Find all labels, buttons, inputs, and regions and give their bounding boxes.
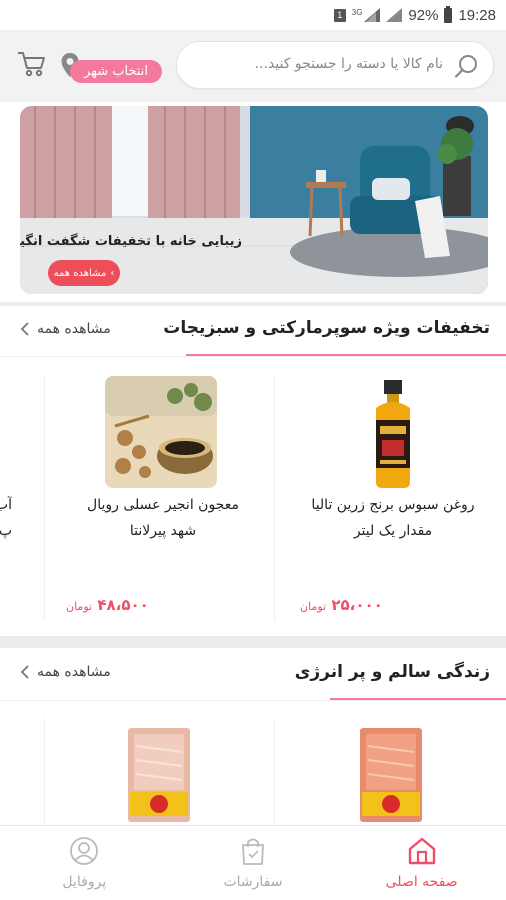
search-bar[interactable]: نام کالا یا دسته را جستجو کنید... [176, 41, 494, 89]
product-name: معجون انجیر عسلی رویال [87, 497, 239, 513]
signal-icon-2 [386, 8, 403, 22]
healthy-life-section: زندگی سالم و پر انرژی مشاهده همه [0, 648, 506, 828]
product-image[interactable] [358, 726, 424, 824]
product-name-line2: مقدار یک لیتر [353, 523, 433, 539]
battery-percent: 92% [408, 6, 439, 24]
arrow-left-icon: ‹ [110, 267, 115, 279]
product-name-line2: پ [0, 523, 12, 539]
nav-home-label: صفحه اصلی [385, 874, 458, 890]
see-all-label: مشاهده همه [37, 321, 111, 337]
product-name-line2: شهد پیرلانتا [129, 523, 197, 539]
network-type: 3G [351, 8, 363, 17]
product-card[interactable]: معجون انجیر عسلی رویال شهد پیرلانتا ۴۸،۵… [50, 366, 276, 616]
nav-orders-label: سفارشات [223, 874, 283, 890]
product-name: روغن سبوس برنج زرین تالیا [311, 497, 475, 513]
banner-see-all-button[interactable]: مشاهده همه ‹ [48, 260, 120, 286]
battery-icon [444, 5, 453, 23]
product-carousel[interactable]: روغن سبوس برنج زرین تالیا مقدار یک لیتر … [0, 366, 506, 626]
banner-title: زیبایی خانه با تخفیفات شگفت انگیز [20, 234, 242, 249]
section-divider [0, 356, 506, 357]
price-value: ۴۸،۵۰۰ [97, 596, 149, 614]
section-title: زندگی سالم و پر انرژی [294, 662, 490, 682]
price-currency: تومان [66, 600, 93, 613]
section-divider [0, 700, 506, 701]
see-all-link[interactable]: مشاهده همه [20, 321, 111, 337]
profile-icon [70, 837, 99, 865]
price-currency: تومان [300, 600, 327, 613]
nav-profile[interactable]: پروفایل [0, 826, 169, 900]
app-header: انتخاب شهر نام کالا یا دسته را جستجو کنی… [0, 30, 506, 102]
search-icon [454, 55, 477, 78]
cart-icon[interactable] [16, 50, 46, 78]
section-title: تخفیفات ویژه سوپرمارکتی و سبزیجات [163, 318, 490, 338]
product-carousel[interactable] [0, 710, 506, 828]
card-divider [274, 718, 275, 828]
product-image[interactable] [126, 726, 192, 824]
banner-button-label: مشاهده همه [53, 267, 107, 279]
price-value: ۲۵،۰۰۰ [331, 596, 383, 614]
product-image [105, 376, 217, 488]
sim-icon: 1 [333, 8, 346, 22]
clock: 19:28 [458, 6, 496, 24]
see-all-link[interactable]: مشاهده همه [20, 664, 111, 680]
promo-banner[interactable]: زیبایی خانه با تخفیفات شگفت انگیز مشاهده… [20, 106, 488, 294]
nav-profile-label: پروفایل [62, 874, 107, 890]
see-all-label: مشاهده همه [37, 664, 111, 680]
product-card-partial[interactable]: آب پ [0, 492, 12, 544]
chevron-left-icon [20, 665, 29, 679]
orders-bag-icon [242, 838, 264, 865]
card-divider [44, 718, 45, 828]
search-input[interactable]: نام کالا یا دسته را جستجو کنید... [255, 56, 443, 72]
bottom-navigation: صفحه اصلی سفارشات پروفایل [0, 825, 506, 900]
nav-orders[interactable]: سفارشات [169, 826, 338, 900]
nav-home[interactable]: صفحه اصلی [337, 826, 506, 900]
product-price: ۲۵،۰۰۰ تومان [300, 596, 383, 614]
home-icon [408, 837, 435, 865]
signal-icon [364, 8, 381, 22]
card-divider [44, 376, 45, 621]
product-name: آب [0, 497, 12, 513]
product-price: ۴۸،۵۰۰ تومان [66, 596, 149, 614]
product-image [376, 380, 410, 488]
special-discounts-section: تخفیفات ویژه سوپرمارکتی و سبزیجات مشاهده… [0, 306, 506, 636]
select-city-button[interactable]: انتخاب شهر [70, 60, 162, 83]
status-bar: 1 3G 92% 19:28 [0, 0, 506, 30]
product-card[interactable]: روغن سبوس برنج زرین تالیا مقدار یک لیتر … [280, 366, 506, 616]
chevron-left-icon [20, 322, 29, 336]
banner-area: زیبایی خانه با تخفیفات شگفت انگیز مشاهده… [0, 102, 506, 302]
